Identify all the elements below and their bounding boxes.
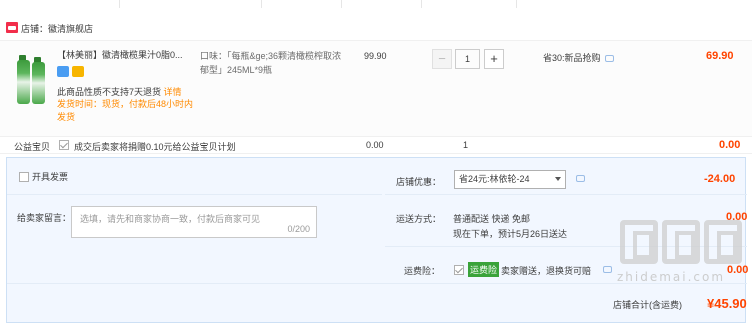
insurance-checkbox[interactable] [454, 265, 464, 275]
watermark-text: zhidemai.com [617, 270, 726, 284]
decrease-quantity-button[interactable]: − [432, 49, 452, 69]
service-badges [57, 66, 87, 79]
coupon-selected: 省24元:林依轮-24 [459, 174, 530, 184]
insurance-tag: 运费险 [468, 262, 500, 277]
message-input[interactable]: 选填，请先和商家协商一致，付款后商家可见 0/200 [71, 206, 317, 238]
return-notice: 此商品性质不支持7天退货 详情 [57, 85, 182, 98]
coupon-label: 店铺优惠： [396, 177, 442, 187]
divider [385, 194, 747, 195]
credit-card-icon[interactable] [72, 66, 84, 77]
product-variant: 口味：「每瓶&ge;36颗清橄榄榨取浓郁型」245ML*9瓶 [200, 51, 342, 75]
shop-name[interactable]: 店铺：徽清旗舰店 [21, 22, 93, 35]
invoice-label: 开具发票 [32, 172, 69, 182]
insurance-text: 卖家赠送，退换货可赔 [501, 266, 592, 276]
shipping-method: 普通配送 快递 免邮 [453, 214, 531, 224]
order-item-row: 【林美丽】徽清橄榄果汁0脂0... 此商品性质不支持7天退货 详情 发货时间：现… [0, 40, 752, 136]
shipping-time: 发货时间：现货，付款后48小时内发货 [57, 99, 194, 122]
increase-quantity-button[interactable]: + [484, 49, 504, 69]
shop-bar: 店铺：徽清旗舰店 [0, 16, 752, 38]
coupon-discount: -24.00 [704, 173, 736, 185]
watermark-logo-icon [620, 220, 658, 264]
shop-icon [6, 22, 18, 33]
charity-qty: 1 [463, 140, 469, 150]
message-placeholder: 选填，请先和商家协商一致，付款后商家可见 [80, 214, 261, 224]
unit-price: 99.90 [364, 51, 387, 61]
chat-icon[interactable] [576, 175, 585, 182]
quantity-stepper: − 1 + [432, 49, 506, 69]
product-title[interactable]: 【林美丽】徽清橄榄果汁0脂0... [57, 49, 189, 62]
return-notice-text: 此商品性质不支持7天退货 [57, 87, 162, 97]
charity-checkbox[interactable] [59, 140, 69, 150]
item-subtotal: 69.90 [706, 50, 734, 62]
header-column [262, 0, 342, 8]
bottle-shape [32, 62, 45, 104]
header-column [422, 0, 517, 8]
insurance-label: 运费险： [404, 266, 441, 276]
watermark-logo-icon [704, 220, 742, 264]
service-badge-icon[interactable] [57, 66, 69, 77]
top-strip [0, 0, 752, 8]
chat-icon[interactable] [604, 55, 614, 63]
charity-row: 公益宝贝 成交后卖家将捐赠0.10元给公益宝贝计划 0.00 1 0.00 [0, 136, 752, 154]
promotion-info: 省30:新品抢购 [543, 51, 614, 64]
message-label: 给卖家留言： [17, 213, 72, 223]
charity-text: 成交后卖家将捐赠0.10元给公益宝贝计划 [74, 142, 236, 152]
invoice-option[interactable]: 开具发票 [19, 170, 68, 183]
watermark-logo-icon [662, 220, 700, 264]
details-link[interactable]: 详情 [164, 87, 182, 97]
header-column [120, 0, 262, 8]
charity-label: 公益宝贝 [14, 142, 51, 152]
shipping-eta: 现在下单，预计5月26日送达 [453, 229, 568, 239]
chevron-down-icon [555, 177, 561, 181]
coupon-select[interactable]: 省24元:林依轮-24 [454, 170, 566, 189]
bottle-shape [17, 60, 30, 104]
watermark: zhidemai.com [610, 208, 752, 323]
header-column [342, 0, 422, 8]
promotion-text: 省30:新品抢购 [543, 53, 601, 63]
product-image[interactable] [16, 48, 46, 106]
shipping-label: 运送方式： [396, 214, 442, 224]
charity-price: 0.00 [366, 140, 384, 150]
charity-total: 0.00 [719, 139, 741, 151]
invoice-checkbox[interactable] [19, 171, 29, 182]
divider [7, 194, 382, 195]
header-column [0, 0, 120, 8]
quantity-input[interactable]: 1 [455, 49, 480, 69]
message-char-count: 0/200 [287, 224, 310, 234]
